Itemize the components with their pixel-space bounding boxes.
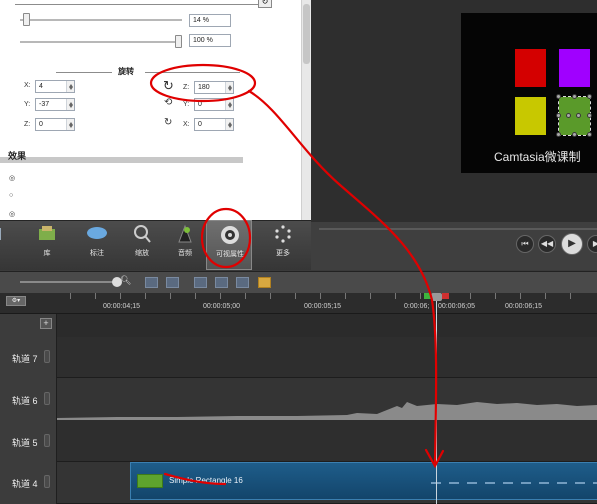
annotation-arrow xyxy=(247,89,438,464)
red-annotation xyxy=(149,63,445,486)
tool-highlight-circle xyxy=(200,207,252,269)
rotation-highlight-circle xyxy=(149,63,257,103)
underline-mark xyxy=(163,472,227,486)
